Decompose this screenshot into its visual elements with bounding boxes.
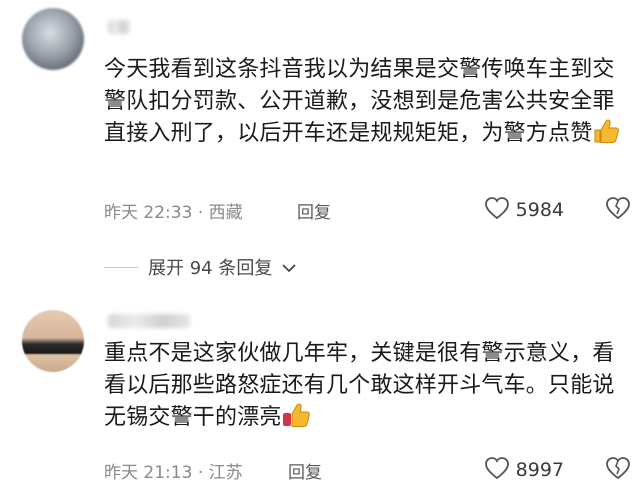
comment-text: 今天我看到这条抖音我以为结果是交警传唤车主到交警队扣分罚款、公开道歉，没想到是危…: [104, 54, 624, 154]
location: 西藏: [208, 203, 243, 223]
expand-replies-button[interactable]: 展开 94 条回复: [104, 254, 296, 280]
reply-button[interactable]: 回复: [288, 458, 322, 483]
comment-meta: 昨天 22:33 · 西藏: [104, 203, 243, 223]
like-count: 5984: [515, 199, 564, 221]
comment-text: 重点不是这家伙做几年牢，关键是很有警示意义，看看以后那些路怒症还有几个敢这样开斗…: [104, 338, 624, 438]
avatar[interactable]: [22, 310, 84, 372]
reply-button[interactable]: 回复: [297, 198, 331, 223]
timestamp: 昨天 21:13: [104, 463, 193, 483]
username-blurred[interactable]: [108, 20, 130, 34]
comment-meta: 昨天 21:13 · 江苏: [104, 463, 243, 483]
thumbs-up-emoji: [592, 118, 620, 154]
thumbs-up-emoji: [282, 402, 312, 438]
timestamp: 昨天 22:33: [104, 203, 193, 223]
like-count: 8997: [515, 459, 564, 481]
chevron-down-icon: [282, 258, 296, 277]
heart-outline-icon: [484, 456, 510, 484]
dislike-heart-icon: [605, 197, 631, 224]
like-button[interactable]: 8997: [484, 456, 564, 484]
like-button[interactable]: 5984: [484, 196, 564, 224]
dislike-button[interactable]: [605, 196, 631, 224]
comment-body: 今天我看到这条抖音我以为结果是交警传唤车主到交警队扣分罚款、公开道歉，没想到是危…: [104, 57, 615, 146]
heart-outline-icon: [484, 196, 510, 224]
dislike-button[interactable]: [605, 456, 631, 484]
expand-replies-label: 展开 94 条回复: [148, 258, 273, 279]
divider-line: [104, 266, 138, 268]
dislike-heart-icon: [605, 457, 631, 484]
comment-body: 重点不是这家伙做几年牢，关键是很有警示意义，看看以后那些路怒症还有几个敢这样开斗…: [104, 341, 615, 430]
location: 江苏: [208, 463, 243, 483]
avatar[interactable]: [22, 8, 84, 70]
username-blurred[interactable]: [108, 314, 190, 328]
